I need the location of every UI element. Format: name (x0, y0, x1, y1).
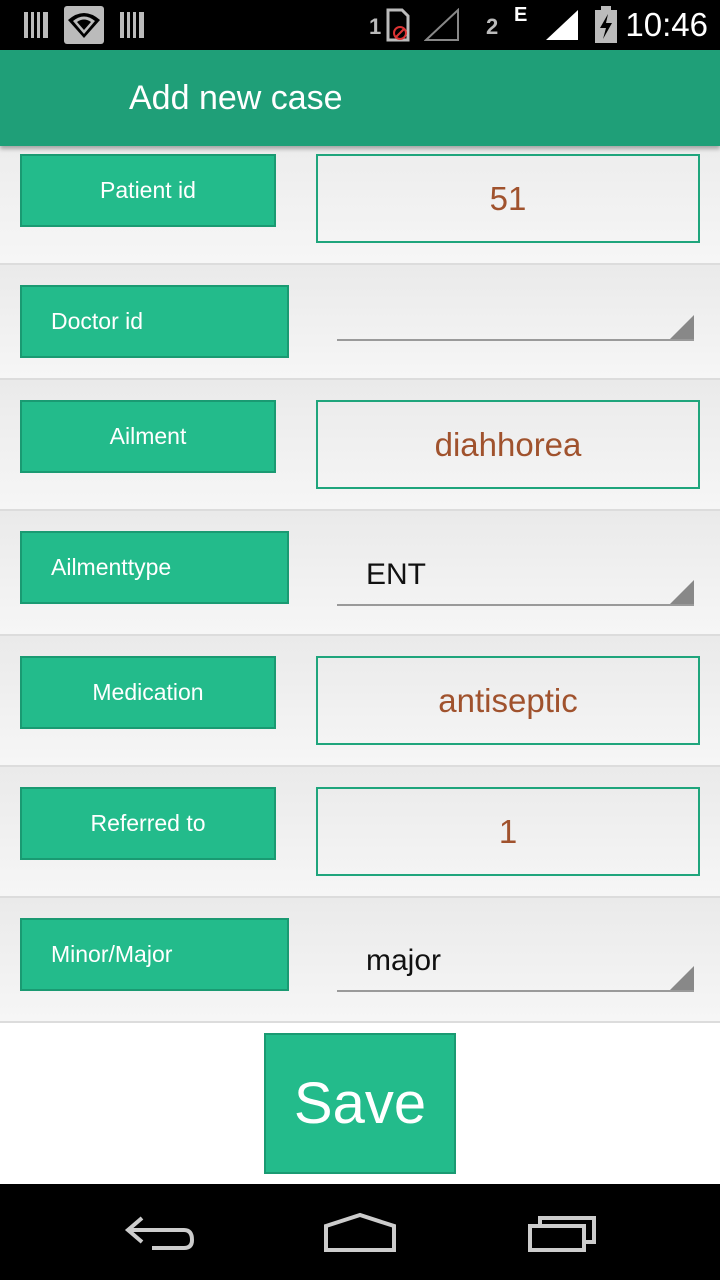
app-bar: Add new case (0, 50, 720, 146)
ailment-type-label: Ailmenttype (20, 531, 289, 604)
referred-to-label: Referred to (20, 787, 276, 860)
add-case-form: Patient id 51 Doctor id Ailment diahhore… (0, 146, 720, 1184)
status-bar: 1 2 E 10:46 (0, 0, 720, 50)
navigation-bar (0, 1184, 720, 1280)
clock: 10:46 (625, 6, 708, 43)
ailment-type-spinner-value: ENT (366, 558, 426, 591)
sim-card-icon (384, 8, 412, 47)
notification-icon (22, 10, 50, 45)
doctor-id-spinner[interactable] (337, 281, 694, 341)
dropdown-arrow-icon (670, 580, 694, 604)
ailment-type-row: Ailmenttype ENT (0, 511, 720, 636)
patient-id-label: Patient id (20, 154, 276, 227)
severity-row: Minor/Major major (0, 898, 720, 1023)
ailment-label: Ailment (20, 400, 276, 473)
signal-icon (423, 7, 460, 47)
ailment-field[interactable]: diahhorea (316, 400, 700, 489)
save-button[interactable]: Save (264, 1033, 456, 1174)
network-type-label: E (514, 4, 528, 26)
home-icon[interactable] (322, 1212, 398, 1259)
patient-id-field[interactable]: 51 (316, 154, 700, 243)
ailment-row: Ailment diahhorea (0, 380, 720, 511)
dropdown-arrow-icon (670, 966, 694, 990)
severity-spinner-value: major (366, 944, 442, 977)
medication-field[interactable]: antiseptic (316, 656, 700, 745)
ailment-type-spinner[interactable]: ENT (337, 546, 694, 606)
medication-row: Medication antiseptic (0, 636, 720, 767)
referred-to-field[interactable]: 1 (316, 787, 700, 876)
doctor-id-label: Doctor id (20, 285, 289, 358)
recents-icon[interactable] (526, 1214, 598, 1259)
sim1-label: 1 (369, 14, 382, 39)
page-title: Add new case (129, 79, 343, 117)
back-icon[interactable] (124, 1214, 196, 1259)
patient-id-row: Patient id 51 (0, 146, 720, 265)
battery-charging-icon (594, 6, 618, 49)
referred-to-row: Referred to 1 (0, 767, 720, 898)
sim2-label: 2 (486, 14, 499, 39)
doctor-id-row: Doctor id (0, 265, 720, 380)
severity-label: Minor/Major (20, 918, 289, 991)
medication-label: Medication (20, 656, 276, 729)
wifi-icon (64, 6, 104, 49)
dropdown-arrow-icon (670, 315, 694, 339)
severity-spinner[interactable]: major (337, 932, 694, 992)
signal-icon (544, 8, 580, 47)
notification-icon (118, 10, 146, 45)
